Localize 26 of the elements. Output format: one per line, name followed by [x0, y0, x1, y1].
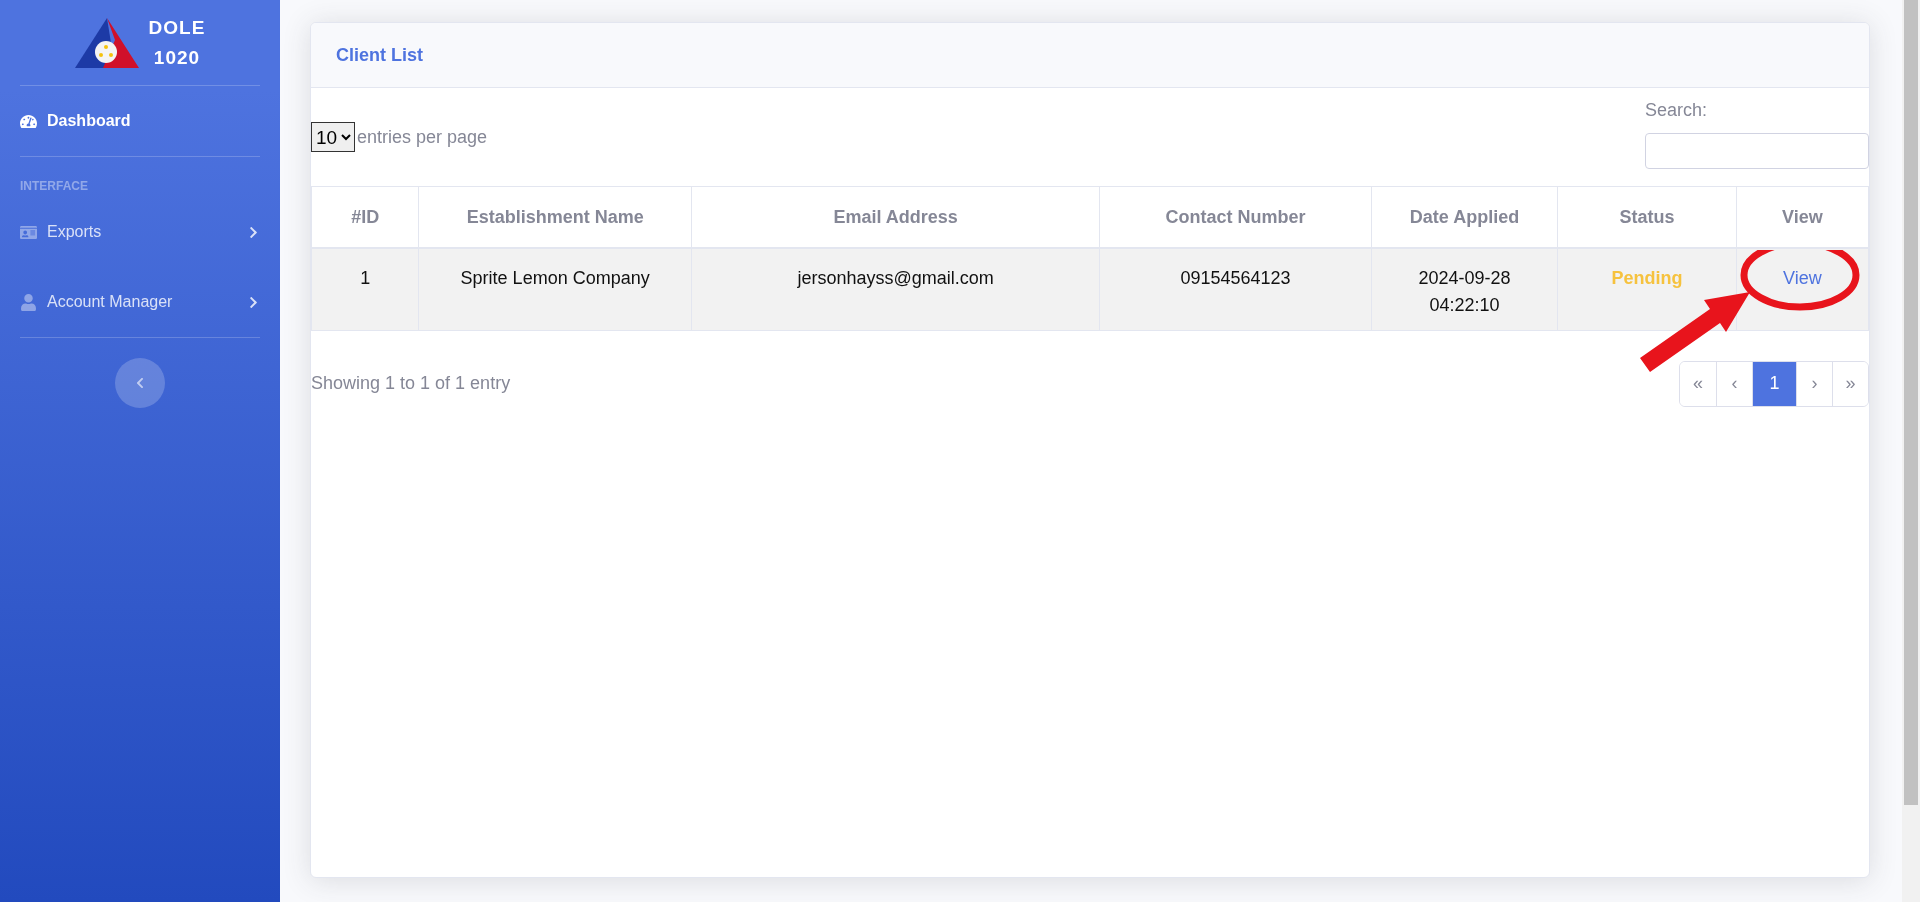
search-label: Search:	[1645, 100, 1708, 121]
table-cell: 2024-09-28 04:22:10	[1371, 248, 1558, 330]
chevron-left-icon	[134, 377, 146, 389]
sidebar-item[interactable]: Dashboard	[20, 86, 260, 156]
entries-info: Showing 1 to 1 of 1 entry	[311, 373, 511, 394]
gauge-icon	[20, 112, 37, 130]
id-card-icon	[20, 223, 37, 241]
view-link[interactable]: View	[1783, 268, 1822, 288]
page-button[interactable]: 1	[1752, 361, 1796, 406]
section-heading: INTERFACE	[20, 178, 89, 195]
collapse-button[interactable]	[115, 358, 165, 408]
entries-select[interactable]: 10	[311, 122, 355, 152]
entries-label: entries per page	[357, 126, 488, 148]
brand-name: 1020	[152, 45, 202, 70]
table-cell: 1	[311, 248, 419, 330]
table-cell: 09154564123	[1099, 248, 1372, 330]
triangle-logo-icon	[74, 17, 139, 68]
table-cell: Sprite Lemon Company	[418, 248, 692, 330]
sidebar-item[interactable]: Account Manager	[20, 267, 260, 337]
card-title: Client List	[311, 23, 1869, 88]
search-field[interactable]	[1645, 133, 1869, 169]
brand-name: DOLE	[148, 15, 206, 40]
page-button[interactable]: »	[1832, 361, 1868, 406]
sidebar-item[interactable]: Exports	[20, 197, 260, 267]
table-cell: jersonhayss@gmail.com	[691, 248, 1100, 330]
person-icon	[20, 293, 37, 311]
